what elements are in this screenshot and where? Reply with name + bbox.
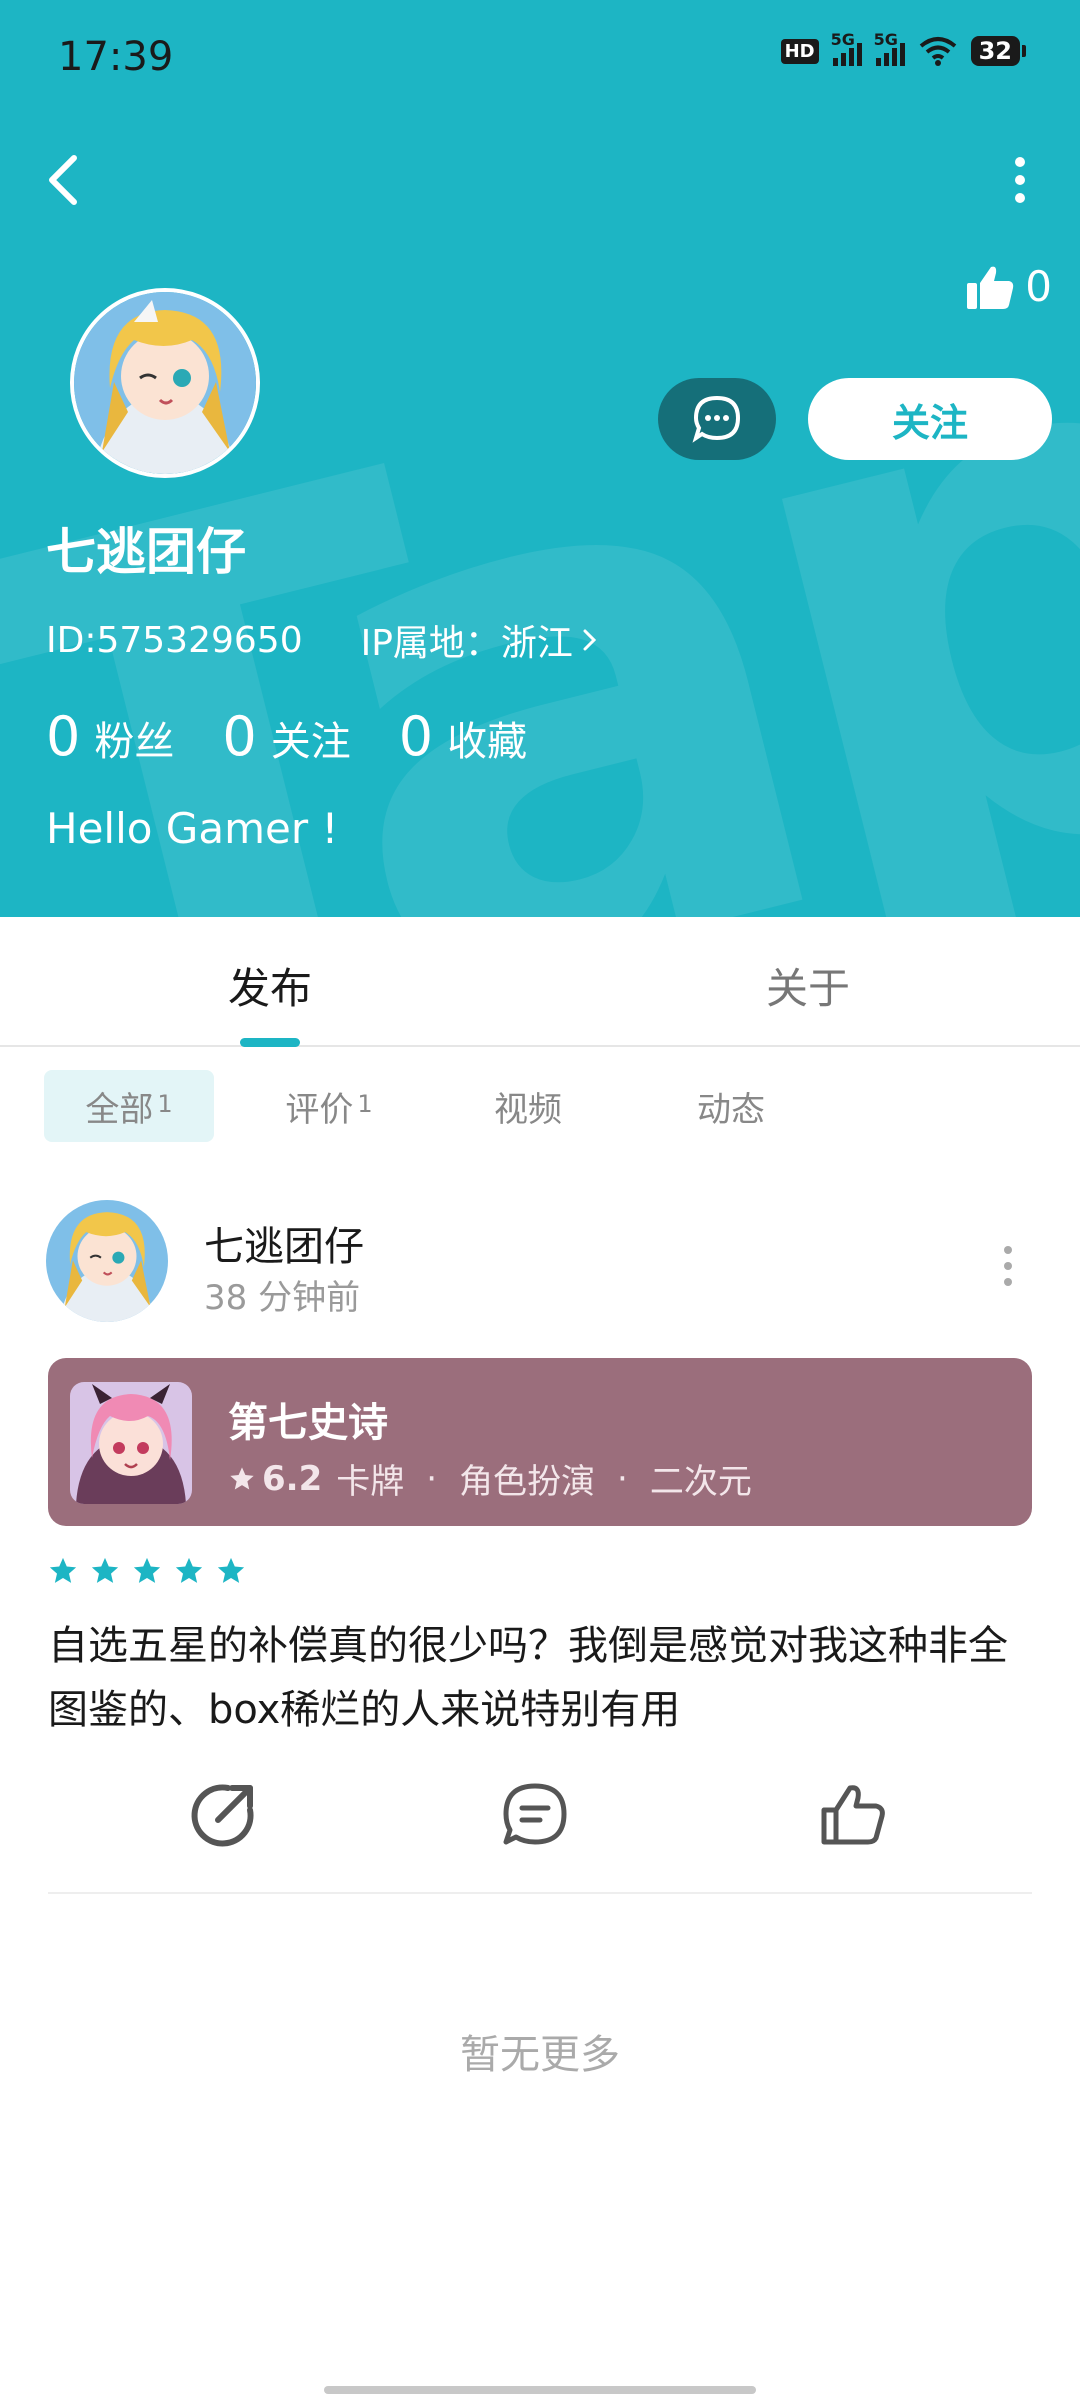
more-vertical-icon (1004, 1246, 1012, 1286)
game-icon (70, 1382, 192, 1504)
follow-button[interactable]: 关注 (808, 378, 1052, 460)
star-icon (91, 1557, 119, 1583)
filter-chips: 全部 1 评价 1 视频 动态 (44, 1070, 850, 1142)
post-actions (0, 1780, 1080, 1860)
star-icon (230, 1466, 254, 1489)
comment-button[interactable] (500, 1780, 570, 1850)
post-author-avatar[interactable] (46, 1200, 168, 1322)
more-vertical-icon (1015, 157, 1025, 203)
like-count: 0 (1025, 262, 1052, 311)
signal-icon: 5G (831, 30, 862, 66)
review-text[interactable]: 自选五星的补偿真的很少吗？我倒是感觉对我这种非全图鉴的、box稀烂的人来说特别有… (48, 1614, 1038, 1742)
avatar-image (74, 292, 256, 474)
avatar-image (46, 1200, 168, 1322)
home-indicator[interactable] (324, 2386, 756, 2394)
game-tag: 卡牌 (336, 1462, 405, 1502)
review-stars (48, 1556, 246, 1586)
status-bar: 17:39 HD 5G 5G 32 (0, 0, 1080, 120)
thumbs-up-icon (821, 1785, 885, 1845)
signal-icon-2: 5G (874, 30, 905, 66)
status-time: 17:39 (58, 34, 174, 80)
more-options-button[interactable] (990, 150, 1050, 210)
username: 七逃团仔 (46, 523, 246, 581)
like-button[interactable] (818, 1780, 888, 1850)
divider (48, 1892, 1032, 1894)
ip-location[interactable]: IP属地：浙江 (361, 614, 599, 666)
tab-publish[interactable]: 发布 (228, 955, 312, 1016)
game-tag: 角色扮演 (459, 1462, 596, 1502)
back-button[interactable] (40, 150, 90, 210)
profile-like[interactable]: 0 (965, 262, 1052, 311)
stat-fans[interactable]: 0 粉丝 (46, 705, 174, 768)
tab-about[interactable]: 关于 (766, 955, 850, 1016)
post-author-name[interactable]: 七逃团仔 (204, 1214, 364, 1272)
filter-dynamic[interactable]: 动态 (612, 1070, 850, 1142)
star-icon (175, 1557, 203, 1583)
no-more-text: 暂无更多 (460, 2032, 620, 2078)
chevron-left-icon (49, 155, 77, 205)
star-icon (133, 1557, 161, 1583)
profile-header: TapTap 17:39 HD 5G 5G 32 0 关注 七逃团仔 ID:57… (0, 0, 1080, 917)
hd-icon: HD (780, 38, 819, 64)
tab-indicator (240, 1038, 300, 1047)
game-tag: 二次元 (649, 1462, 752, 1502)
star-icon (217, 1557, 245, 1583)
user-id: ID:575329650 (46, 619, 303, 661)
thumbs-up-icon (967, 266, 1014, 309)
game-name: 第七史诗 (228, 1400, 388, 1446)
filter-all[interactable]: 全部 1 (44, 1070, 214, 1142)
status-icons: HD 5G 5G 32 (780, 30, 1027, 66)
profile-stats: 0 粉丝 0 关注 0 收藏 (46, 705, 527, 768)
ip-label: IP属地：浙江 (360, 623, 573, 664)
stat-following[interactable]: 0 关注 (222, 705, 350, 768)
game-rating: 6.2 (228, 1459, 322, 1499)
star-icon (49, 1557, 77, 1583)
message-button[interactable] (658, 378, 776, 460)
chevron-right-icon (583, 629, 597, 651)
chat-bubble-icon (692, 395, 741, 443)
filter-video[interactable]: 视频 (444, 1070, 612, 1142)
wifi-icon (919, 37, 956, 66)
post-time: 38 分钟前 (204, 1278, 361, 1318)
filter-review[interactable]: 评价 1 (214, 1070, 444, 1142)
game-meta: 6.2 卡牌 · 角色扮演 · 二次元 (228, 1454, 752, 1503)
comment-icon (503, 1783, 567, 1845)
bio: Hello Gamer ! (46, 804, 339, 853)
id-line: ID:575329650 IP属地：浙江 (46, 614, 599, 666)
share-button[interactable] (188, 1780, 258, 1850)
game-card[interactable]: 第七史诗 6.2 卡牌 · 角色扮演 · 二次元 (48, 1358, 1032, 1526)
profile-tabs: 发布 关于 (0, 917, 1080, 1047)
avatar[interactable] (70, 288, 260, 478)
share-icon (191, 1784, 254, 1847)
battery-icon: 32 (970, 36, 1027, 66)
post-more-button[interactable] (988, 1236, 1028, 1296)
stat-favorites[interactable]: 0 收藏 (399, 705, 527, 768)
